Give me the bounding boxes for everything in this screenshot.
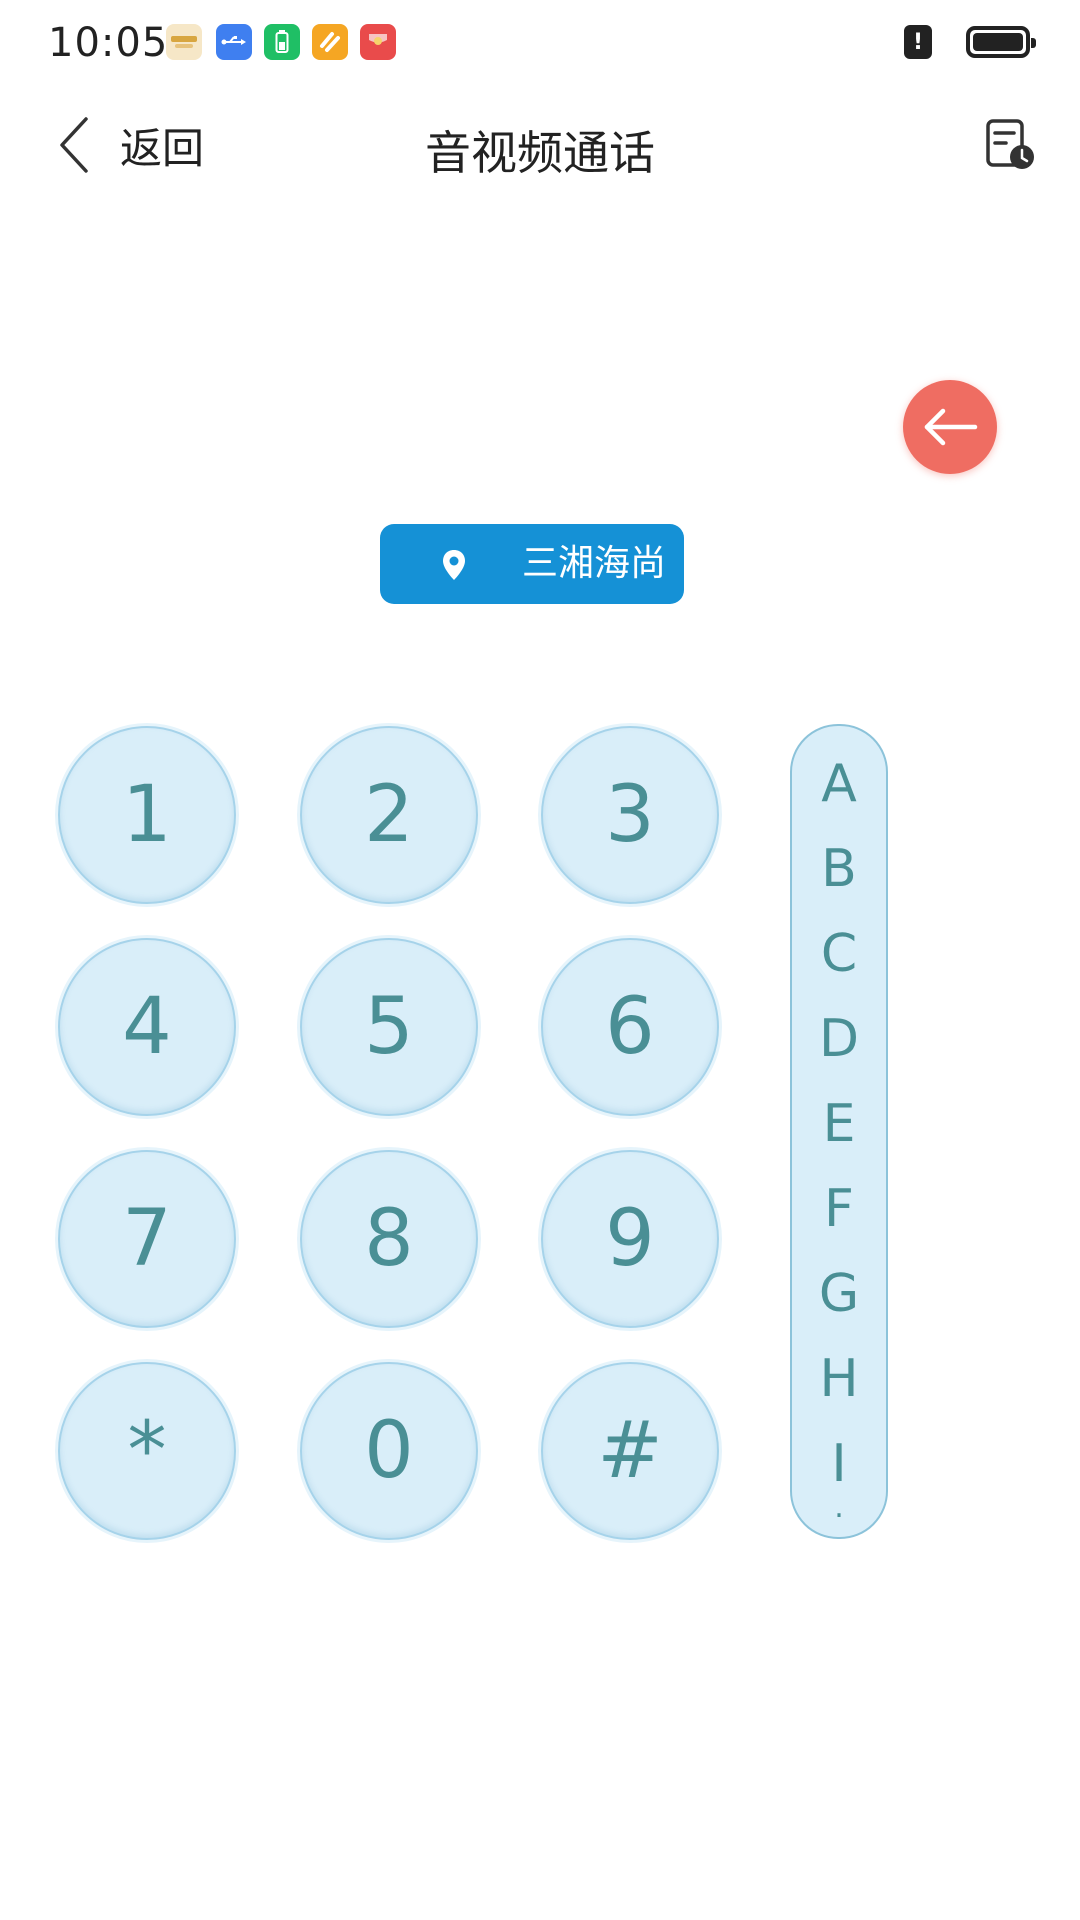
usb-icon xyxy=(216,24,252,60)
key-5[interactable]: 5 xyxy=(300,938,478,1116)
alpha-letter-d[interactable]: D xyxy=(792,1009,886,1069)
key-0[interactable]: 0 xyxy=(300,1362,478,1540)
key-7[interactable]: 7 xyxy=(58,1150,236,1328)
key-4[interactable]: 4 xyxy=(58,938,236,1116)
key-label: 2 xyxy=(364,770,414,860)
alpha-letter-h[interactable]: H xyxy=(792,1349,886,1409)
key-9[interactable]: 9 xyxy=(541,1150,719,1328)
status-time: 10:05 xyxy=(48,20,169,66)
alert-icon: ! xyxy=(904,25,932,59)
alpha-letter-f[interactable]: F xyxy=(792,1179,886,1239)
orange-app-icon xyxy=(312,24,348,60)
key-6[interactable]: 6 xyxy=(541,938,719,1116)
status-bar: 10:05 ! xyxy=(0,0,1080,90)
key-1[interactable]: 1 xyxy=(58,726,236,904)
key-label: 5 xyxy=(364,982,414,1072)
red-envelope-icon xyxy=(360,24,396,60)
location-label: 三湘海尚 xyxy=(522,543,667,584)
call-history-button[interactable] xyxy=(982,117,1038,173)
arrow-left-icon xyxy=(924,408,978,446)
key-label: 6 xyxy=(605,982,655,1072)
key-star[interactable]: * xyxy=(58,1362,236,1540)
alphabet-index[interactable]: A B C D E F G H I . xyxy=(790,724,888,1539)
alpha-more-indicator: . xyxy=(834,1490,844,1525)
alpha-letter-e[interactable]: E xyxy=(792,1094,886,1154)
dialer-screen: 10:05 ! 返回 音视频通话 三湘海尚 1 2 3 4 5 6 7 8 9 … xyxy=(0,0,1080,1920)
location-pin-icon xyxy=(443,550,465,580)
key-label: * xyxy=(127,1406,167,1496)
status-indicators: ! xyxy=(904,22,1036,62)
alpha-letter-c[interactable]: C xyxy=(792,924,886,984)
delete-button[interactable] xyxy=(903,380,997,474)
call-history-icon xyxy=(986,119,1034,169)
alpha-letter-g[interactable]: G xyxy=(792,1264,886,1324)
alpha-letter-b[interactable]: B xyxy=(792,839,886,899)
key-label: 7 xyxy=(122,1194,172,1284)
location-chip[interactable]: 三湘海尚 xyxy=(380,524,684,604)
alpha-letter-a[interactable]: A xyxy=(792,754,886,814)
key-8[interactable]: 8 xyxy=(300,1150,478,1328)
key-label: 0 xyxy=(364,1406,414,1496)
battery-icon xyxy=(966,26,1036,58)
key-label: 9 xyxy=(605,1194,655,1284)
key-label: # xyxy=(597,1406,663,1496)
key-label: 4 xyxy=(122,982,172,1072)
key-label: 8 xyxy=(364,1194,414,1284)
page-title: 音视频通话 xyxy=(425,126,655,180)
key-hash[interactable]: # xyxy=(541,1362,719,1540)
key-label: 3 xyxy=(605,770,655,860)
key-2[interactable]: 2 xyxy=(300,726,478,904)
key-label: 1 xyxy=(122,770,172,860)
app-header: 返回 音视频通话 xyxy=(0,95,1080,195)
app-icon xyxy=(166,24,202,60)
battery-saver-icon xyxy=(264,24,300,60)
key-3[interactable]: 3 xyxy=(541,726,719,904)
